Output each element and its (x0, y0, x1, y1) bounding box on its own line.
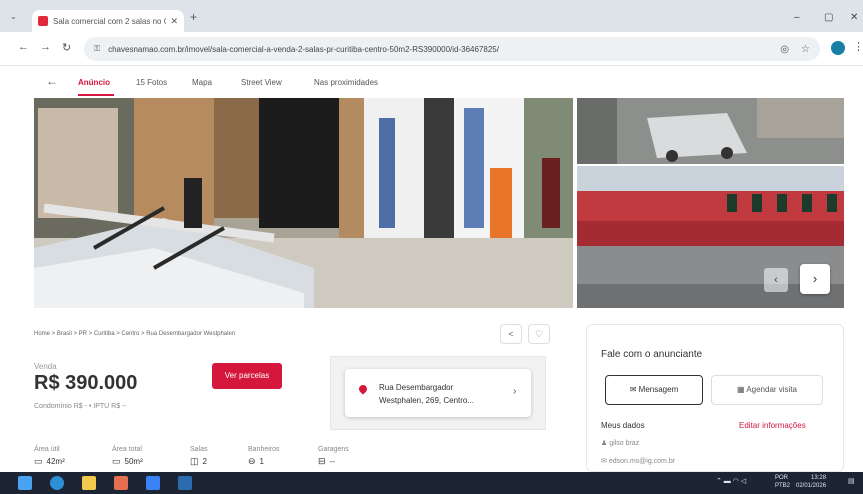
feature-area-util: Área útil ▭ 42m² (34, 446, 65, 467)
file-explorer-icon[interactable] (82, 476, 96, 490)
listing-back-icon[interactable]: ← (46, 74, 58, 88)
edit-info-link[interactable]: Editar informações (739, 421, 806, 430)
feature-value: 42m² (46, 457, 65, 466)
listing-price: R$ 390.000 (34, 372, 138, 394)
site-favicon-icon (38, 16, 48, 26)
tab-close-icon[interactable]: ✕ (170, 16, 178, 27)
garage-icon: ⊟ (318, 456, 326, 466)
user-icon: ♟ (601, 440, 610, 447)
contact-panel: Fale com o anunciante ✉ Mensagem ▦ Agend… (586, 324, 844, 472)
area-icon: ▭ (112, 456, 121, 466)
feature-garagens: Garagens ⊟ -- (318, 446, 349, 467)
store-icon[interactable] (146, 476, 160, 490)
forward-icon[interactable]: → (40, 41, 51, 53)
tab-list-icon[interactable]: ⌄ (10, 12, 17, 21)
language-indicator[interactable]: POR PTB2 (775, 474, 790, 490)
system-tray-icons[interactable]: ⌃ ▬ ◠ ◁ (716, 477, 746, 485)
listing-subnav (0, 66, 863, 98)
feature-label: Salas (190, 446, 208, 453)
schedule-visit-button[interactable]: ▦ Agendar visita (711, 375, 823, 405)
gallery-next-button[interactable]: › (800, 264, 830, 294)
feature-label: Área útil (34, 446, 60, 453)
menu-kebab-icon[interactable]: ⋮ (853, 40, 863, 53)
message-button[interactable]: ✉ Mensagem (605, 375, 703, 405)
lang-layout: PTB2 (775, 483, 791, 489)
profile-avatar[interactable] (831, 41, 845, 55)
rooms-icon: ◫ (190, 456, 199, 466)
feature-salas: Salas ◫ 2 (190, 446, 208, 467)
feature-value: 50m² (124, 457, 143, 466)
close-window-button[interactable]: ✕ (850, 12, 858, 23)
schedule-visit-label: Agendar visita (746, 385, 798, 394)
sale-label: Venda (34, 362, 57, 371)
lang-code: POR (775, 475, 789, 481)
edge-icon[interactable] (50, 476, 64, 490)
feature-value: -- (329, 457, 335, 466)
calendar-icon: ▦ (736, 385, 747, 394)
start-icon[interactable] (18, 476, 32, 490)
clock-date: 02/01/2026 (796, 483, 827, 489)
tab-anuncio[interactable]: Anúncio (78, 78, 110, 87)
site-info-icon[interactable]: ⚿ (94, 44, 100, 54)
listing-fees: Condomínio R$ - • IPTU R$ -- (34, 403, 127, 410)
feature-banheiros: Banheiros ⊖ 1 (248, 446, 280, 467)
active-tab-underline (78, 94, 114, 96)
user-name: gilso braz (609, 440, 640, 447)
feature-label: Área total (112, 446, 142, 453)
tab-title: Sala comercial com 2 salas no Centro (53, 16, 166, 26)
notification-icon[interactable]: ▤ (848, 477, 855, 485)
area-icon: ▭ (34, 456, 43, 466)
message-icon: ✉ (629, 385, 639, 394)
feature-label: Garagens (318, 446, 349, 453)
tab-fotos[interactable]: 15 Fotos (136, 78, 167, 87)
breadcrumb[interactable]: Home > Brasil > PR > Curitiba > Centro >… (34, 331, 235, 337)
maximize-button[interactable]: ▢ (824, 12, 833, 23)
clock-time: 13:28 (811, 475, 827, 481)
feature-area-total: Área total ▭ 50m² (112, 446, 143, 467)
address-card[interactable]: Rua Desembargador Westphalen, 269, Centr… (345, 369, 531, 417)
bookmark-star-icon[interactable]: ☆ (801, 44, 810, 55)
word-icon[interactable] (178, 476, 192, 490)
feature-label: Banheiros (248, 446, 280, 453)
address-line-2: Westphalen, 269, Centro... (379, 396, 475, 405)
url-bar[interactable]: ⚿ chavesnamao.com.br/imovel/sala-comerci… (84, 37, 820, 61)
installments-button[interactable]: Ver parcelas (212, 363, 282, 389)
tab-street-view[interactable]: Street View (241, 78, 282, 87)
gallery-thumb-street[interactable] (577, 98, 844, 164)
map-pin-icon (357, 383, 369, 395)
back-icon[interactable]: ← (18, 41, 29, 53)
gallery-prev-button[interactable]: ‹ (764, 268, 788, 292)
storefront-photo (34, 98, 573, 308)
bathroom-icon: ⊖ (248, 456, 256, 466)
user-email: edson.ms@ig.com.br (608, 458, 676, 465)
email-icon: ✉ (601, 458, 609, 465)
street-photo (577, 98, 844, 164)
my-data-label: Meus dados (601, 421, 645, 430)
chevron-right-icon[interactable]: › (513, 386, 516, 397)
message-button-label: Mensagem (638, 385, 679, 394)
gallery-main-photo[interactable] (34, 98, 573, 308)
lens-icon[interactable]: ◎ (780, 44, 789, 55)
tab-mapa[interactable]: Mapa (192, 78, 212, 87)
feature-value: 1 (259, 457, 264, 466)
feature-value: 2 (202, 457, 207, 466)
app-icon[interactable] (114, 476, 128, 490)
address-line-1: Rua Desembargador (379, 383, 454, 392)
contact-title: Fale com o anunciante (601, 349, 703, 360)
minimize-button[interactable]: – (794, 12, 800, 23)
reload-icon[interactable]: ↻ (62, 41, 71, 54)
system-clock[interactable]: 13:28 02/01/2026 (796, 474, 826, 490)
share-icon[interactable]: < (500, 324, 522, 344)
favorite-heart-icon[interactable]: ♡ (528, 324, 550, 344)
url-text[interactable]: chavesnamao.com.br/imovel/sala-comercial… (108, 45, 499, 54)
tab-nas-proximidades[interactable]: Nas proximidades (314, 78, 378, 87)
browser-tab[interactable]: Sala comercial com 2 salas no Centro ✕ (32, 10, 184, 32)
address-map-card[interactable]: Rua Desembargador Westphalen, 269, Centr… (330, 356, 546, 430)
new-tab-button[interactable]: + (190, 10, 197, 24)
